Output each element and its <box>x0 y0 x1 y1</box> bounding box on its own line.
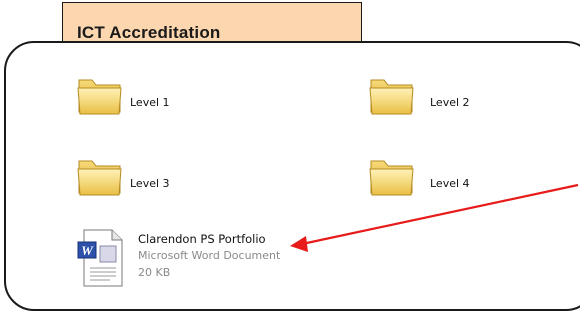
annotation-arrow-icon <box>290 183 579 252</box>
